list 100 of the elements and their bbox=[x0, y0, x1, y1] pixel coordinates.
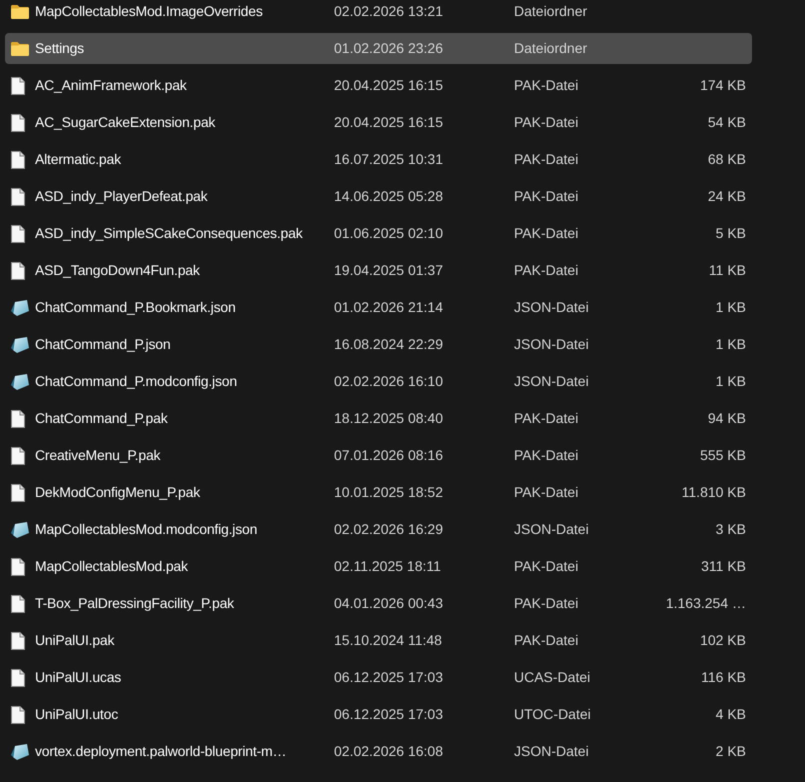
file-name: ChatCommand_P.json bbox=[35, 335, 170, 354]
file-size: 102 KB bbox=[700, 631, 746, 650]
file-name: MapCollectablesMod.pak bbox=[35, 557, 188, 576]
file-type: Dateiordner bbox=[514, 2, 588, 21]
file-name: UniPalUI.utoc bbox=[35, 705, 118, 724]
file-type: JSON-Datei bbox=[514, 335, 590, 354]
modified-date: 06.12.2025 17:03 bbox=[334, 705, 444, 724]
file-name: ChatCommand_P.Bookmark.json bbox=[35, 298, 236, 317]
file-size: 11.810 KB bbox=[682, 483, 746, 502]
modified-date: 20.04.2025 16:15 bbox=[334, 76, 444, 95]
file-type: PAK-Datei bbox=[514, 76, 580, 95]
file-row[interactable]: MapCollectablesMod.modconfig.json 02.02.2026 16:29 JSON-Datei 3 KB bbox=[5, 514, 752, 545]
file-type: PAK-Datei bbox=[514, 446, 580, 465]
modified-date: 14.06.2025 05:28 bbox=[334, 187, 444, 206]
file-type: JSON-Datei bbox=[514, 520, 590, 539]
file-size: 3 KB bbox=[716, 520, 746, 539]
document-icon bbox=[11, 706, 25, 724]
tile-icon bbox=[11, 374, 29, 390]
modified-date: 02.02.2026 16:10 bbox=[334, 372, 444, 391]
folder-icon bbox=[11, 4, 29, 18]
file-row[interactable]: ChatCommand_P.Bookmark.json 01.02.2026 21:14 JSON-Datei 1 KB bbox=[5, 292, 752, 323]
modified-date: 18.12.2025 08:40 bbox=[334, 409, 444, 428]
file-row[interactable]: ASD_indy_PlayerDefeat.pak 14.06.2025 05:28 PAK-Datei 24 KB bbox=[5, 181, 752, 212]
document-icon bbox=[11, 410, 25, 428]
document-icon bbox=[11, 150, 25, 168]
file-row[interactable]: ChatCommand_P.json 16.08.2024 22:29 JSON-Datei 1 KB bbox=[5, 329, 752, 360]
file-row[interactable]: MapCollectablesMod.pak 02.11.2025 18:11 PAK-Datei 311 KB bbox=[5, 551, 752, 582]
file-row[interactable]: ChatCommand_P.modconfig.json 02.02.2026 16:10 JSON-Datei 1 KB bbox=[5, 366, 752, 397]
document-icon bbox=[11, 594, 25, 612]
modified-date: 01.06.2025 02:10 bbox=[334, 224, 444, 243]
file-size: 174 KB bbox=[700, 76, 746, 95]
file-row[interactable]: UniPalUI.utoc 06.12.2025 17:03 UTOC-Datei 4 KB bbox=[5, 699, 752, 730]
file-size: 1 KB bbox=[716, 298, 746, 317]
file-name: ChatCommand_P.pak bbox=[35, 409, 168, 428]
document-icon bbox=[11, 558, 25, 576]
file-row[interactable]: UniPalUI.pak 15.10.2024 11:48 PAK-Datei 102 KB bbox=[5, 625, 752, 656]
file-name: AC_SugarCakeExtension.pak bbox=[35, 113, 216, 132]
file-size: 54 KB bbox=[708, 113, 746, 132]
file-name: ASD_indy_PlayerDefeat.pak bbox=[35, 187, 208, 206]
modified-date: 04.01.2026 00:43 bbox=[334, 594, 444, 613]
file-row[interactable]: AC_SugarCakeExtension.pak 20.04.2025 16:15 PAK-Datei 54 KB bbox=[5, 107, 752, 138]
document-icon bbox=[11, 484, 25, 502]
file-row[interactable]: Altermatic.pak 16.07.2025 10:31 PAK-Datei 68 KB bbox=[5, 144, 752, 175]
file-type: PAK-Datei bbox=[514, 261, 580, 280]
modified-date: 02.11.2025 18:11 bbox=[334, 557, 442, 576]
file-row[interactable]: DekModConfigMenu_P.pak 10.01.2025 18:52 PAK-Datei 11.810 KB bbox=[5, 477, 752, 508]
file-name: ASD_TangoDown4Fun.pak bbox=[35, 261, 200, 280]
tile-icon bbox=[11, 300, 29, 316]
file-size: 116 KB bbox=[701, 668, 746, 687]
document-icon bbox=[11, 632, 25, 650]
modified-date: 02.02.2026 16:08 bbox=[334, 742, 444, 761]
file-row[interactable]: vortex.deployment.palworld-blueprint-m… 02.02.2026 16:08 JSON-Datei 2 KB bbox=[5, 736, 752, 767]
file-type: PAK-Datei bbox=[514, 409, 580, 428]
file-name: CreativeMenu_P.pak bbox=[35, 446, 160, 465]
file-name: ChatCommand_P.modconfig.json bbox=[35, 372, 237, 391]
tile-icon bbox=[11, 522, 29, 538]
file-name: T-Box_PalDressingFacility_P.pak bbox=[35, 594, 234, 613]
file-row[interactable]: Settings 01.02.2026 23:26 Dateiordner bbox=[5, 33, 752, 64]
file-row[interactable]: ChatCommand_P.pak 18.12.2025 08:40 PAK-Datei 94 KB bbox=[5, 403, 752, 434]
modified-date: 02.02.2026 16:29 bbox=[334, 520, 444, 539]
file-size: 311 KB bbox=[701, 557, 746, 576]
file-size: 1 KB bbox=[716, 335, 746, 354]
file-name: ASD_indy_SimpleSCakeConsequences.pak bbox=[35, 224, 303, 243]
modified-date: 06.12.2025 17:03 bbox=[334, 668, 444, 687]
file-size: 5 KB bbox=[716, 224, 746, 243]
file-row[interactable]: AC_AnimFramework.pak 20.04.2025 16:15 PAK-Datei 174 KB bbox=[5, 70, 752, 101]
file-row[interactable]: ASD_TangoDown4Fun.pak 19.04.2025 01:37 PAK-Datei 11 KB bbox=[5, 255, 752, 286]
file-name: vortex.deployment.palworld-blueprint-m… bbox=[35, 742, 286, 761]
modified-date: 01.02.2026 21:14 bbox=[334, 298, 444, 317]
file-type: PAK-Datei bbox=[514, 483, 580, 502]
file-type: PAK-Datei bbox=[514, 187, 580, 206]
file-type: JSON-Datei bbox=[514, 742, 590, 761]
file-row[interactable]: UniPalUI.ucas 06.12.2025 17:03 UCAS-Datei 116 KB bbox=[5, 662, 752, 693]
file-type: Dateiordner bbox=[514, 39, 588, 58]
modified-date: 07.01.2026 08:16 bbox=[334, 446, 444, 465]
modified-date: 20.04.2025 16:15 bbox=[334, 113, 444, 132]
modified-date: 19.04.2025 01:37 bbox=[334, 261, 444, 280]
file-type: PAK-Datei bbox=[514, 631, 580, 650]
tile-icon bbox=[11, 744, 29, 760]
file-row[interactable]: T-Box_PalDressingFacility_P.pak 04.01.2026 00:43 PAK-Datei 1.163.254 … bbox=[5, 588, 752, 619]
modified-date: 16.07.2025 10:31 bbox=[334, 150, 444, 169]
file-name: AC_AnimFramework.pak bbox=[35, 76, 187, 95]
file-row[interactable]: CreativeMenu_P.pak 07.01.2026 08:16 PAK-Datei 555 KB bbox=[5, 440, 752, 471]
file-type: PAK-Datei bbox=[514, 113, 580, 132]
modified-date: 02.02.2026 13:21 bbox=[334, 2, 444, 21]
folder-icon bbox=[11, 42, 29, 56]
file-type: PAK-Datei bbox=[514, 150, 580, 169]
document-icon bbox=[11, 224, 25, 242]
file-type: JSON-Datei bbox=[514, 298, 590, 317]
file-size: 94 KB bbox=[708, 409, 746, 428]
file-type: PAK-Datei bbox=[514, 557, 580, 576]
file-name: DekModConfigMenu_P.pak bbox=[35, 483, 200, 502]
file-row[interactable]: MapCollectablesMod.ImageOverrides 02.02.2026 13:21 Dateiordner bbox=[5, 0, 752, 27]
file-type: UCAS-Datei bbox=[514, 668, 592, 687]
file-type: PAK-Datei bbox=[514, 594, 580, 613]
file-size: 4 KB bbox=[716, 705, 746, 724]
file-row[interactable]: ASD_indy_SimpleSCakeConsequences.pak 01.06.2025 02:10 PAK-Datei 5 KB bbox=[5, 218, 752, 249]
file-name: UniPalUI.pak bbox=[35, 631, 114, 650]
file-name: MapCollectablesMod.modconfig.json bbox=[35, 520, 258, 539]
document-icon bbox=[11, 114, 25, 132]
